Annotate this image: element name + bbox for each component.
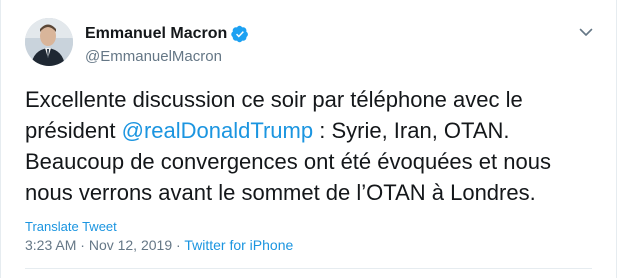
author-block: Emmanuel Macron @EmmanuelMacron: [85, 24, 249, 65]
author-name[interactable]: Emmanuel Macron: [85, 25, 227, 43]
tweet-card: Emmanuel Macron @EmmanuelMacron Excellen…: [0, 0, 617, 278]
tweet-time[interactable]: 3:23 AM: [25, 237, 76, 253]
translate-tweet-link[interactable]: Translate Tweet: [25, 219, 117, 234]
chevron-down-icon[interactable]: [578, 24, 594, 40]
meta-separator-2: ·: [172, 237, 185, 253]
mention-link[interactable]: @realDonaldTrump: [122, 118, 313, 143]
divider: [25, 268, 592, 269]
tweet-date[interactable]: Nov 12, 2019: [89, 237, 172, 253]
tweet-meta: 3:23 AM · Nov 12, 2019 · Twitter for iPh…: [25, 237, 293, 253]
tweet-source-link[interactable]: Twitter for iPhone: [184, 237, 293, 253]
author-name-row: Emmanuel Macron: [85, 24, 249, 44]
verified-badge-icon: [231, 25, 249, 43]
meta-separator-1: ·: [76, 237, 89, 253]
avatar-photo-icon: [25, 18, 73, 66]
tweet-text: Excellente discussion ce soir par téléph…: [25, 84, 595, 208]
avatar[interactable]: [25, 18, 73, 66]
author-handle[interactable]: @EmmanuelMacron: [85, 48, 249, 65]
